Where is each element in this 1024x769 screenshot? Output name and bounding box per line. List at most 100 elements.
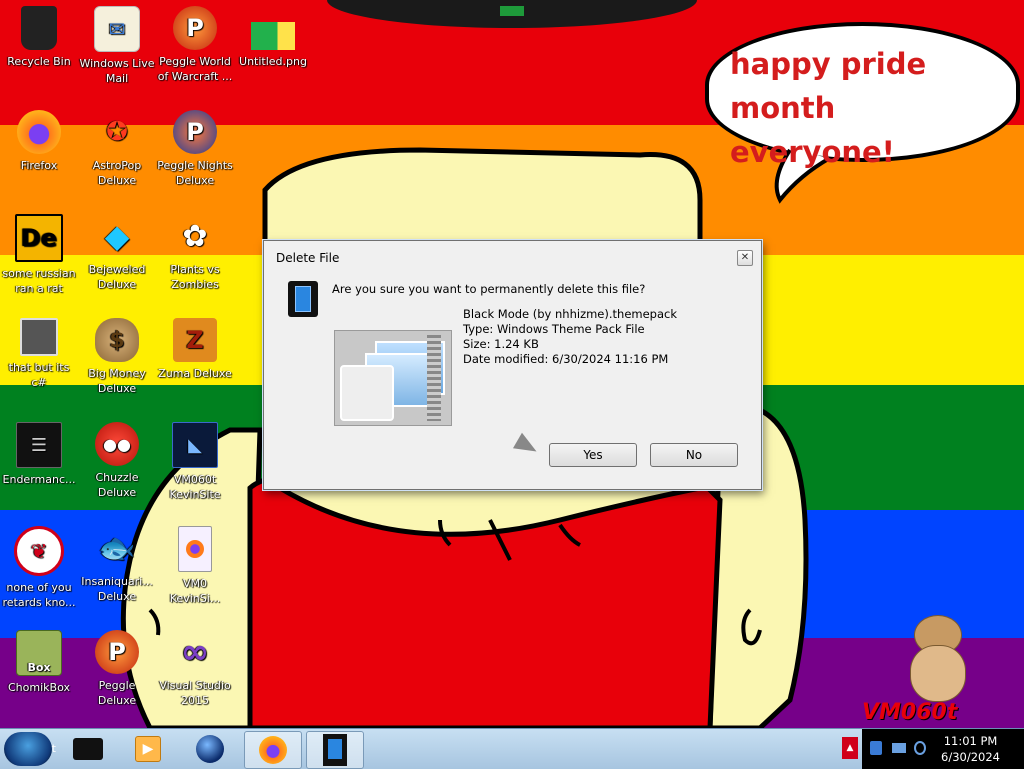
peggle-nights-deluxe[interactable]: P Peggle Nights Deluxe: [156, 110, 234, 188]
desktop-icon-label: Visual Studio 2015: [159, 679, 231, 707]
desktop-icon-label: AstroPop Deluxe: [92, 159, 142, 187]
firefox[interactable]: Firefox: [0, 110, 78, 173]
desktop-icon-label: Peggle Deluxe: [97, 679, 137, 707]
media-player-icon: ▶: [135, 736, 161, 762]
speech-line-2: everyone!: [730, 135, 895, 169]
big-money-deluxe[interactable]: $ Big Money Deluxe: [78, 318, 156, 396]
untitled-png[interactable]: Untitled.png: [234, 6, 312, 69]
mouse-cursor-icon: [512, 432, 542, 460]
clock[interactable]: 11:01 PM 6/30/2024: [941, 733, 1000, 765]
firefox-file-icon: [178, 526, 212, 572]
watermark-text: VM060t: [862, 700, 958, 725]
some-russian-ran-a-rat[interactable]: De some russian ran a rat: [0, 214, 78, 296]
tray-icon-network[interactable]: [870, 741, 882, 755]
desktop-icon-label: Untitled.png: [239, 55, 307, 68]
desktop-icon-label: Chuzzle Deluxe: [95, 471, 139, 499]
clock-time: 11:01 PM: [943, 734, 998, 748]
red-dragon-icon: ❦: [14, 526, 64, 576]
close-icon: ✕: [740, 252, 750, 263]
astropop-icon: ✪: [106, 116, 128, 147]
desktop-icon-label: ChomikBox: [8, 681, 70, 694]
stack-icon: [20, 318, 58, 356]
desktop-icon-label: Zuma Deluxe: [158, 367, 232, 380]
desktop-icon-label: that but its c#: [8, 361, 70, 389]
windows-live-mail[interactable]: ✉ Windows Live Mail: [78, 6, 156, 86]
dialog-title: Delete File: [276, 251, 340, 265]
show-hidden-icons-button[interactable]: ▲: [842, 737, 858, 759]
chomikbox[interactable]: Box ChomikBox: [0, 630, 78, 695]
vm060t-kevinsite[interactable]: ◣ VM060t KevinSite: [156, 422, 234, 502]
tray-icon-volume[interactable]: [914, 741, 926, 755]
chuzzle-icon: ●●: [95, 422, 139, 466]
bejeweled-deluxe[interactable]: ◆ Bejeweled Deluxe: [78, 214, 156, 292]
mail-icon: ✉: [94, 6, 140, 52]
desktop-icon-label: Recycle Bin: [7, 55, 71, 68]
desktop-icon-label: VM0 KevinSi...: [169, 577, 221, 605]
hamster-sticker: [908, 615, 968, 702]
clock-date: 6/30/2024: [941, 750, 1000, 764]
taskbar-item-globe[interactable]: [182, 731, 238, 767]
desktop-icon-label: Peggle Nights Deluxe: [157, 159, 233, 187]
desktop-icon-label: VM060t KevinSite: [169, 473, 221, 501]
zuma-deluxe[interactable]: Z Zuma Deluxe: [156, 318, 234, 381]
image-icon: [251, 22, 295, 50]
fish-icon: 🐟: [98, 530, 136, 566]
phone-app-icon: [323, 734, 347, 766]
taskbar-item-black-box[interactable]: [60, 731, 116, 767]
terminal-icon: ☰: [16, 422, 62, 468]
tray-icon-monitor[interactable]: [892, 743, 906, 753]
close-button[interactable]: ✕: [737, 250, 753, 266]
plant-icon: ✿: [182, 218, 208, 254]
desktop-icon-label: none of you retards kno...: [2, 581, 76, 609]
chuzzle-deluxe[interactable]: ●● Chuzzle Deluxe: [78, 422, 156, 500]
taskbar-item-firefox[interactable]: [244, 731, 302, 769]
firefox-icon: [259, 736, 287, 764]
endermanch[interactable]: ☰ Endermanc...: [0, 422, 78, 487]
desktop-icon-label: Bejeweled Deluxe: [88, 263, 146, 291]
speech-line-1: happy pride month: [730, 47, 927, 125]
system-tray: 11:01 PM 6/30/2024: [862, 729, 1024, 769]
firefox-icon: [17, 110, 61, 154]
desktop-icon-label: some russian ran a rat: [2, 267, 76, 295]
peggle-deluxe[interactable]: P Peggle Deluxe: [78, 630, 156, 708]
insaniquarium-deluxe[interactable]: 🐟 Insaniquari... Deluxe: [78, 526, 156, 604]
recycle-bin-icon: [21, 6, 57, 50]
start-button[interactable]: [4, 732, 56, 766]
file-type: Type: Windows Theme Pack File: [463, 322, 645, 336]
peggle-deluxe-icon: P: [95, 630, 139, 674]
no-button[interactable]: No: [650, 443, 738, 467]
astropop-deluxe[interactable]: ✪ AstroPop Deluxe: [78, 110, 156, 188]
none-of-you-retards-kno[interactable]: ❦ none of you retards kno...: [0, 526, 78, 610]
file-name: Black Mode (by nhhizme).themepack: [463, 307, 678, 321]
desktop-icon-label: Big Money Deluxe: [88, 367, 146, 395]
desktop-icon-label: Insaniquari... Deluxe: [81, 575, 153, 603]
desktop-icon-label: Endermanc...: [2, 473, 76, 486]
desktop-icon-label: Plants vs Zombies: [170, 263, 220, 291]
plants-vs-zombies[interactable]: ✿ Plants vs Zombies: [156, 214, 234, 292]
yes-button[interactable]: Yes: [549, 443, 637, 467]
desktop-icon-label: Peggle World of Warcraft ...: [157, 55, 233, 83]
file-date-modified: Date modified: 6/30/2024 11:16 PM: [463, 352, 669, 366]
file-size: Size: 1.24 KB: [463, 337, 539, 351]
desktop-icon-label: Firefox: [20, 159, 58, 172]
taskbar: ▶ ▲ 11:01 PM 6/30/2024: [0, 728, 1024, 769]
vm0-kevinsite[interactable]: VM0 KevinSi...: [156, 526, 234, 606]
peggle-world-of-warcraft[interactable]: P Peggle World of Warcraft ...: [156, 6, 234, 84]
recycle-bin[interactable]: Recycle Bin: [0, 6, 78, 69]
visual-studio-2015[interactable]: ∞ Visual Studio 2015: [156, 630, 234, 708]
dialog-question: Are you sure you want to permanently del…: [332, 282, 646, 296]
peggle-icon: P: [173, 6, 217, 50]
that-but-its-csharp[interactable]: that but its c#: [0, 318, 78, 390]
peggle-nights-icon: P: [173, 110, 217, 154]
hamster-box-icon: Box: [16, 630, 62, 676]
de-icon: De: [15, 214, 63, 262]
delete-file-dialog: Delete File ✕ Are you sure you want to p…: [263, 240, 762, 490]
speech-bubble-text: happy pride month everyone!: [730, 42, 1020, 174]
file-type-icon: [288, 281, 318, 317]
file-info: Black Mode (by nhhizme).themepack Type: …: [463, 307, 677, 367]
taskbar-item-phone-app[interactable]: [306, 731, 364, 769]
black-box-icon: [73, 738, 103, 760]
taskbar-item-media-player[interactable]: ▶: [120, 731, 176, 767]
visual-studio-icon: ∞: [180, 631, 210, 672]
desktop-icon-label: Windows Live Mail: [79, 57, 155, 85]
